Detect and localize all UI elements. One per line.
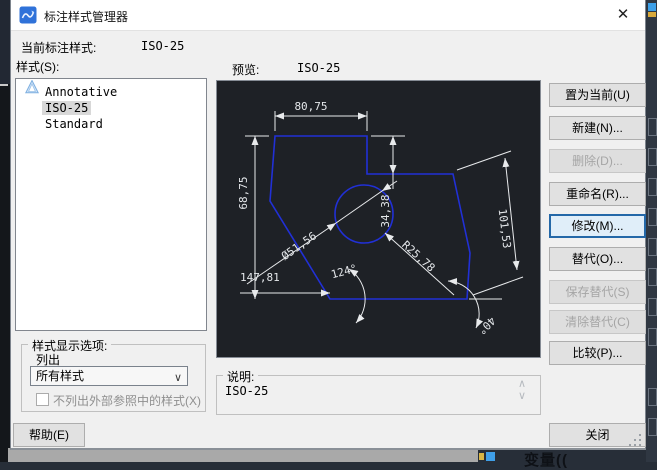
list-item-iso-25[interactable]: ISO-25 <box>42 100 91 116</box>
dim-left-label: 68,75 <box>237 176 250 209</box>
toolbar-button-outline <box>648 148 657 166</box>
close-icon[interactable]: ✕ <box>601 0 645 29</box>
taskbar-blue-icon <box>486 452 495 461</box>
delete-button[interactable]: 删除(D)... <box>549 149 646 173</box>
dim-top-label: 80,75 <box>294 100 327 113</box>
dimension-preview-svg: 80,75 68,75 34,38 101,53 R25,78 Ø51,56 1… <box>217 81 540 357</box>
override-button[interactable]: 替代(O)... <box>549 247 646 271</box>
window-title: 标注样式管理器 <box>44 8 128 25</box>
dim-diameter-label: Ø51,56 <box>279 229 319 262</box>
background-app-right-toolbar <box>646 0 657 462</box>
scroll-down-icon[interactable]: ∨ <box>518 390 526 402</box>
description-text: ISO-25 <box>225 384 268 398</box>
dropdown-value: 所有样式 <box>36 369 84 383</box>
background-app-left-edge <box>0 0 10 462</box>
description-group: 说明: ISO-25 ∧ ∨ <box>216 375 541 415</box>
list-item-standard[interactable]: Standard <box>42 116 106 132</box>
toolbar-button-outline <box>648 298 657 316</box>
dim-angle-right-label: 40° <box>475 314 498 337</box>
clear-override-button[interactable]: 清除替代(C) <box>549 310 646 334</box>
description-group-label: 说明: <box>223 368 258 385</box>
toolbar-button-outline <box>648 268 657 286</box>
background-app-bottom-text: 变量(( <box>524 449 568 470</box>
toolbar-button-outline <box>648 328 657 346</box>
rename-button[interactable]: 重命名(R)... <box>549 182 646 206</box>
close-button[interactable]: 关闭 <box>549 423 646 447</box>
ruler-icon-yellow <box>648 12 656 17</box>
taskbar-yellow-icon <box>479 453 484 460</box>
style-preview-canvas: 80,75 68,75 34,38 101,53 R25,78 Ø51,56 1… <box>216 80 541 358</box>
preview-value: ISO-25 <box>297 61 340 75</box>
background-app-gray-band <box>8 448 478 462</box>
styles-label: 样式(S): <box>16 58 59 75</box>
dim-radius-label: R25,78 <box>399 238 437 274</box>
background-app-left-panel <box>0 0 10 84</box>
preview-label: 预览: <box>232 61 259 78</box>
help-button[interactable]: 帮助(E) <box>13 423 85 447</box>
ruler-icon-blue <box>648 3 656 11</box>
description-scroll: ∧ ∨ <box>518 378 526 402</box>
toolbar-button-outline <box>648 238 657 256</box>
list-item-annotative[interactable]: Annotative <box>42 84 120 100</box>
toolbar-button-outline <box>648 418 657 436</box>
preview-shape <box>270 136 470 299</box>
xref-checkbox[interactable] <box>36 393 49 406</box>
style-filter-dropdown[interactable]: 所有样式 ∨ <box>30 366 188 386</box>
dim-bottom-label: 147,81 <box>240 271 280 284</box>
annotative-icon <box>25 80 39 94</box>
background-app-divider <box>0 84 8 86</box>
display-options-group: 样式显示选项: 列出 所有样式 ∨ 不列出外部参照中的样式(X) <box>21 344 206 412</box>
modify-button[interactable]: 修改(M)... <box>549 214 646 238</box>
scroll-up-icon[interactable]: ∧ <box>518 378 526 390</box>
toolbar-button-outline <box>648 178 657 196</box>
compare-button[interactable]: 比较(P)... <box>549 341 646 365</box>
dimension-style-icon <box>19 6 37 24</box>
title-bar[interactable]: 标注样式管理器 ✕ <box>11 0 645 31</box>
toolbar-button-outline <box>648 118 657 136</box>
set-current-button[interactable]: 置为当前(U) <box>549 83 646 107</box>
toolbar-button-outline <box>648 208 657 226</box>
chevron-down-icon: ∨ <box>174 369 182 387</box>
new-button[interactable]: 新建(N)... <box>549 116 646 140</box>
dim-angle-left-label: 124° <box>330 262 359 281</box>
current-style-label: 当前标注样式: <box>21 39 96 56</box>
dim-middle-label: 34,38 <box>379 194 392 227</box>
current-style-value: ISO-25 <box>141 39 184 53</box>
toolbar-button-outline <box>648 388 657 406</box>
xref-checkbox-label: 不列出外部参照中的样式(X) <box>53 392 201 409</box>
save-override-button[interactable]: 保存替代(S) <box>549 280 646 304</box>
style-list[interactable]: Annotative ISO-25 Standard <box>15 78 207 331</box>
dimension-style-manager-dialog: 标注样式管理器 ✕ 当前标注样式: ISO-25 样式(S): 预览: ISO-… <box>10 0 646 450</box>
